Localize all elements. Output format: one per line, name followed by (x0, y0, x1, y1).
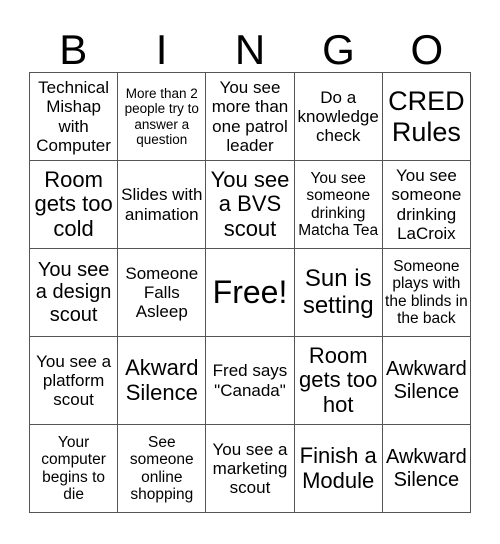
free-space[interactable]: Free! (206, 249, 295, 337)
bingo-cell[interactable]: Fred says "Canada" (206, 337, 295, 425)
bingo-cell[interactable]: More than 2 people try to answer a quest… (118, 73, 207, 161)
bingo-cell[interactable]: You see a design scout (30, 249, 119, 337)
bingo-cell[interactable]: Awkward Silence (382, 337, 471, 425)
bingo-cell[interactable]: Finish a Module (294, 425, 383, 513)
bingo-cell[interactable]: You see someone drinking LaCroix (382, 161, 471, 249)
header-letter-g: G (322, 26, 355, 73)
header-letter-b: B (59, 26, 88, 73)
bingo-cell[interactable]: You see someone drinking Matcha Tea (294, 161, 383, 249)
bingo-cell[interactable]: You see a marketing scout (206, 425, 295, 513)
bingo-cell[interactable]: Someone plays with the blinds in the bac… (382, 249, 471, 337)
header-letter-i: I (155, 26, 168, 73)
bingo-cell[interactable]: Room gets too cold (30, 161, 119, 249)
bingo-cell[interactable]: You see a BVS scout (206, 161, 295, 249)
header-letter-o: O (410, 26, 444, 73)
bingo-header: B I N G O (29, 28, 471, 72)
bingo-cell[interactable]: Akward Silence (118, 337, 207, 425)
bingo-cell[interactable]: You see more than one patrol leader (206, 73, 295, 161)
bingo-cell[interactable]: Your computer begins to die (30, 425, 119, 513)
bingo-cell[interactable]: You see a platform scout (30, 337, 119, 425)
bingo-cell[interactable]: Room gets too hot (294, 337, 383, 425)
bingo-cell[interactable]: Do a knowledge check (294, 73, 383, 161)
header-letter-n: N (234, 26, 266, 73)
bingo-cell[interactable]: CRED Rules (382, 73, 471, 161)
bingo-grid: Technical Mishap with Computer More than… (29, 72, 471, 513)
bingo-cell[interactable]: Awkward Silence (382, 425, 471, 513)
bingo-cell[interactable]: Sun is setting (294, 249, 383, 337)
bingo-cell[interactable]: Someone Falls Asleep (118, 249, 207, 337)
bingo-cell[interactable]: Slides with animation (118, 161, 207, 249)
bingo-cell[interactable]: See someone online shopping (118, 425, 207, 513)
bingo-cell[interactable]: Technical Mishap with Computer (30, 73, 119, 161)
